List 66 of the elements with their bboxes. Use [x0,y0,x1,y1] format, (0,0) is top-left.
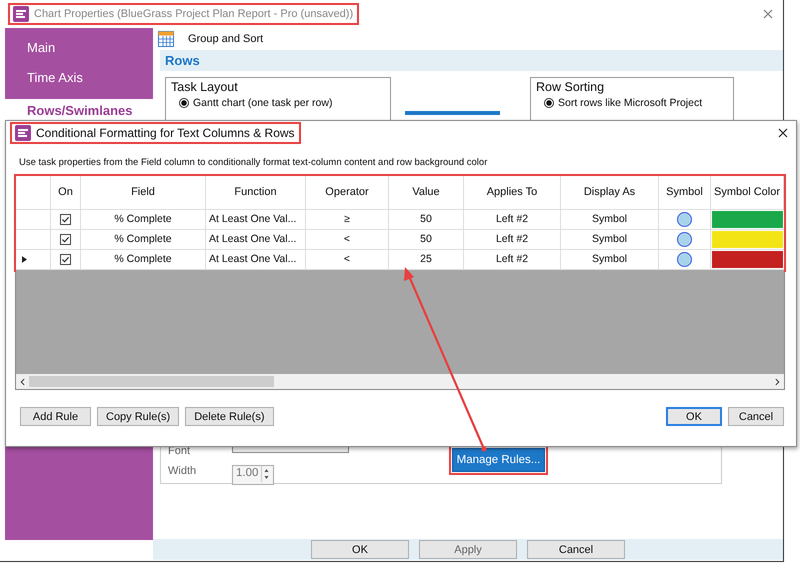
manage-rules-button[interactable]: Manage Rules... [452,448,545,472]
dialog-button[interactable]: Cancel [728,407,784,426]
table-cell: Left #2 [464,230,561,249]
current-row-icon [22,256,27,263]
close-icon[interactable] [778,128,788,138]
checkbox[interactable] [60,234,71,245]
table-cell: Symbol [561,230,659,249]
table-cell: % Complete [81,250,206,269]
color-swatch[interactable] [712,231,783,248]
column-header[interactable]: Field [81,176,206,209]
width-label: Width [168,465,198,477]
table-cell: At Least One Val... [206,210,306,229]
window-title: Chart Properties (BlueGrass Project Plan Report - Pro (unsaved)) [34,8,354,20]
column-header[interactable]: Value [389,176,464,209]
column-header[interactable]: Function [206,176,306,209]
rule-button[interactable]: Copy Rule(s) [97,407,180,426]
table-cell: < [306,230,389,249]
circle-icon [677,212,692,227]
radio-label: Sort rows like Microsoft Project [558,97,702,109]
group-title: Task Layout [171,80,239,94]
checkbox[interactable] [60,214,71,225]
radio-button[interactable] [544,98,554,108]
column-header[interactable]: Display As [561,176,659,209]
color-swatch[interactable] [712,211,783,228]
rule-button[interactable]: Add Rule [20,407,91,426]
column-header[interactable]: Operator [306,176,389,209]
calendar-icon [158,31,174,47]
column-header[interactable]: On [51,176,81,209]
app-icon [15,125,31,141]
circle-icon [677,252,692,267]
scroll-left-icon[interactable] [20,378,25,386]
table-cell: < [306,250,389,269]
column-header[interactable]: Symbol Color [711,176,784,209]
table-cell: % Complete [81,210,206,229]
sidebar-item[interactable]: Time Axis [5,67,153,97]
table-cell: ≥ [306,210,389,229]
table-cell: % Complete [81,230,206,249]
table-cell: Left #2 [464,210,561,229]
radio-label: Gantt chart (one task per row) [193,97,332,109]
horizontal-scrollbar[interactable] [16,374,784,389]
column-header[interactable]: Symbol [659,176,711,209]
table-cell: Left #2 [464,250,561,269]
radio-button[interactable] [179,98,189,108]
scroll-right-icon[interactable] [775,378,780,386]
dialog-button[interactable]: Cancel [527,540,625,559]
instructions: Use task properties from the Field column to conditionally format text-column content and row background color [18,156,488,170]
rule-button[interactable]: Delete Rule(s) [185,407,274,426]
section-title: Rows [164,53,200,68]
table-cell: Symbol [561,250,659,269]
sidebar-item[interactable]: Main [5,37,153,67]
dialog-button[interactable]: OK [666,407,722,426]
width-spinner[interactable]: 1.00 [232,465,274,485]
dialog-title: Conditional Formatting for Text Columns & Rows [36,126,295,140]
column-header[interactable]: Applies To [464,176,561,209]
dialog-button[interactable]: OK [311,540,409,559]
table-cell: At Least One Val... [206,230,306,249]
table-cell: 50 [389,210,464,229]
group-title: Row Sorting [536,80,606,94]
checkbox[interactable] [60,254,71,265]
circle-icon [677,232,692,247]
table-cell: Symbol [561,210,659,229]
color-swatch[interactable] [712,251,783,268]
section-header: Group and Sort [188,33,264,45]
table-cell: 50 [389,230,464,249]
table-cell: At Least One Val... [206,250,306,269]
app-icon [13,6,29,22]
